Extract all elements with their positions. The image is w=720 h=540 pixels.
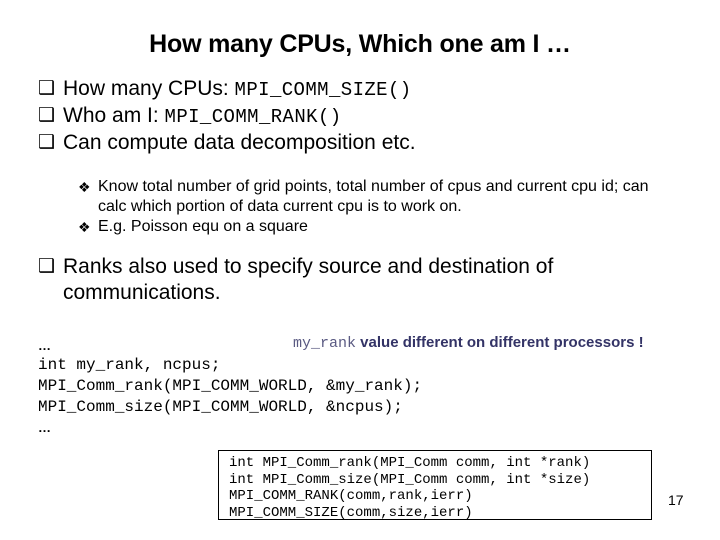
code-ellipsis-bottom: … [38,420,52,435]
slide: How many CPUs, Which one am I … ❑ How ma… [0,0,720,540]
bullet-item-who-am-i: ❑ Who am I: MPI_COMM_RANK() [38,103,694,130]
square-bullet-icon: ❑ [38,132,56,153]
bullet-text: How many CPUs: MPI_COMM_SIZE() [63,76,694,103]
bullet-text: Ranks also used to specify source and de… [63,255,554,304]
bullet-label: How many CPUs: [63,77,235,100]
code-line: MPI_Comm_rank(MPI_COMM_WORLD, &my_rank); [38,377,423,395]
square-bullet-icon: ❑ [38,256,56,277]
code-ellipsis-top: … [38,338,52,353]
sub-bullet-item-poisson: ❖ E.g. Poisson equ on a square [78,217,650,237]
annotation-row: … my_rank value different on different p… [38,334,698,355]
annotation-note: my_rank value different on different pro… [293,334,644,352]
inline-code: MPI_COMM_SIZE() [234,79,412,101]
api-signature-line: int MPI_Comm_size(MPI_Comm comm, int *si… [229,471,591,488]
diamond-bullet-icon: ❖ [78,179,91,195]
bullet-item-how-many-cpus: ❑ How many CPUs: MPI_COMM_SIZE() [38,76,694,103]
code-line: int my_rank, ncpus; [38,356,221,374]
slide-body: ❑ How many CPUs: MPI_COMM_SIZE() ❑ Who a… [0,76,720,306]
sub-bullet-item-grid-points: ❖ Know total number of grid points, tota… [78,177,650,217]
square-bullet-icon: ❑ [38,78,56,99]
sub-bullet-list: ❖ Know total number of grid points, tota… [0,177,720,237]
bullet-text: Who am I: MPI_COMM_RANK() [63,103,694,130]
inline-code: MPI_COMM_RANK() [164,106,342,128]
sub-bullet-text: Know total number of grid points, total … [98,178,649,215]
square-bullet-icon: ❑ [38,105,56,126]
diamond-bullet-icon: ❖ [78,219,91,235]
api-signature-line: MPI_COMM_RANK(comm,rank,ierr) [229,488,473,504]
slide-title: How many CPUs, Which one am I … [149,30,571,58]
sub-bullet-text: E.g. Poisson equ on a square [98,218,308,235]
code-sample: … my_rank value different on different p… [38,334,698,437]
bullet-item-ranks-source-destination: ❑ Ranks also used to specify source and … [38,254,694,306]
code-line: MPI_Comm_size(MPI_COMM_WORLD, &ncpus); [38,398,403,416]
bullet-item-data-decomposition: ❑ Can compute data decomposition etc. [38,130,694,156]
annotation-message: value different on different processors … [356,334,644,351]
api-signature-line: int MPI_Comm_rank(MPI_Comm comm, int *ra… [229,455,591,471]
bullet-text: Can compute data decomposition etc. [63,131,416,154]
bullet-label: Who am I: [63,104,165,127]
page-number: 17 [668,492,684,508]
api-signature-line: MPI_COMM_SIZE(comm,size,ierr) [229,504,473,521]
annotation-variable: my_rank [293,335,357,352]
api-signature-box: int MPI_Comm_rank(MPI_Comm comm, int *ra… [218,450,652,521]
